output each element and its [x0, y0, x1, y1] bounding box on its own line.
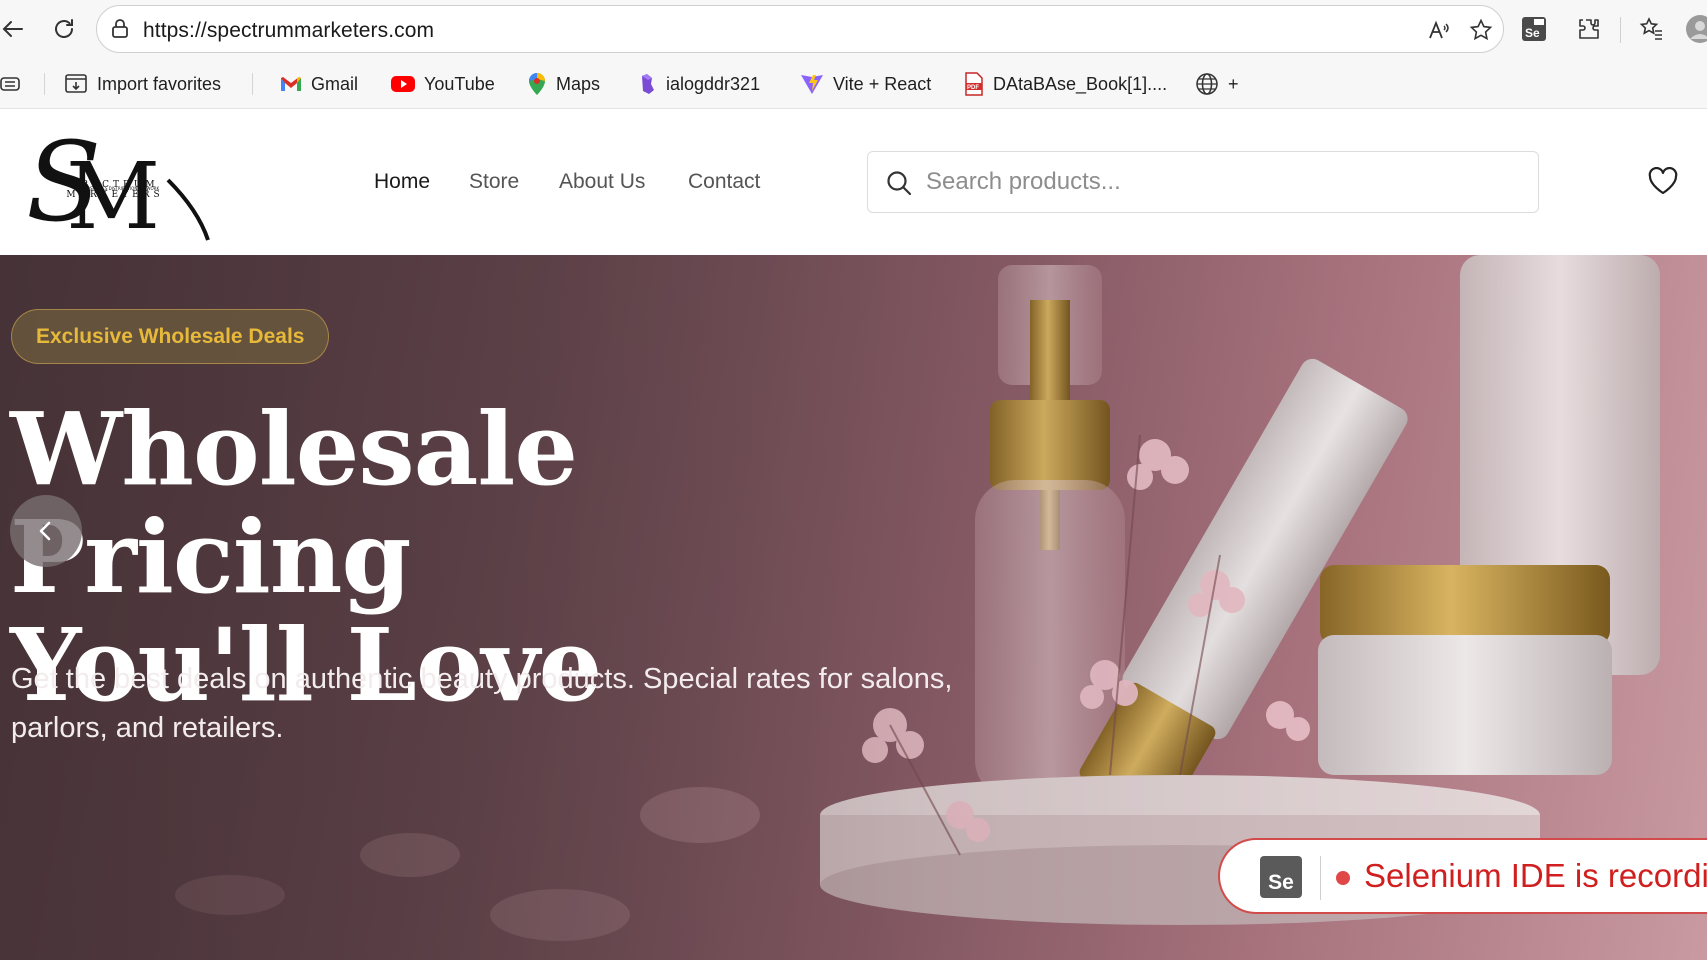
site-header: S M COSMETICS DISTRIBUTION NETWORK SPECT… — [0, 110, 1707, 255]
favorites-bar: Import favorites Gmail YouTube Maps ialo… — [0, 58, 1707, 109]
toolbar-divider — [1620, 17, 1621, 43]
site-logo[interactable]: S M COSMETICS DISTRIBUTION NETWORK SPECT… — [18, 118, 213, 250]
favorite-label: YouTube — [424, 73, 495, 94]
search-input[interactable] — [926, 166, 1516, 198]
extensions-icon[interactable] — [1572, 12, 1606, 46]
import-favorites-icon — [65, 74, 87, 93]
reload-icon — [55, 19, 73, 38]
favorite-star-icon[interactable] — [1469, 18, 1493, 42]
selenium-logo-icon: Se — [1260, 856, 1302, 898]
hero-title-line-1: Wholesale Pricing — [10, 390, 578, 616]
maps-icon — [529, 73, 545, 95]
chevron-left-icon — [39, 521, 51, 541]
browser-toolbar: https://spectrummarketers.com Se — [0, 0, 1707, 58]
hero-subtitle: Get the best deals on authentic beauty p… — [11, 663, 953, 744]
url-text[interactable]: https://spectrummarketers.com — [143, 19, 434, 43]
favorite-label: Vite + React — [833, 73, 932, 94]
product-search — [867, 151, 1539, 213]
lock-icon — [109, 18, 131, 45]
favorites-divider — [44, 73, 45, 95]
read-aloud-icon[interactable] — [1427, 18, 1451, 42]
reload-button[interactable] — [47, 12, 81, 46]
carousel-prev-button[interactable] — [10, 495, 82, 567]
profile-avatar[interactable] — [1685, 12, 1707, 46]
search-icon — [886, 170, 912, 201]
logo-tagline: SPECTRUM MARKETERS — [66, 180, 164, 200]
gmail-icon — [281, 77, 301, 91]
favorite-label: + — [1228, 73, 1239, 94]
selenium-extension-icon[interactable]: Se — [1517, 12, 1551, 46]
pdf-icon: PDF — [965, 72, 983, 96]
vite-icon — [801, 75, 823, 94]
favorites-divider — [252, 73, 253, 95]
nav-home[interactable]: Home — [374, 170, 430, 194]
nav-about-us[interactable]: About Us — [559, 170, 645, 194]
recording-dot-icon — [1336, 871, 1350, 885]
address-bar[interactable]: https://spectrummarketers.com — [96, 5, 1504, 53]
favorite-import[interactable]: Import favorites — [64, 69, 221, 99]
favorites-list-icon[interactable] — [1634, 12, 1668, 46]
recording-status-text: Selenium IDE is recordi — [1364, 857, 1707, 894]
collections-icon[interactable] — [0, 69, 22, 99]
favorite-add[interactable]: + — [1195, 69, 1239, 99]
favorite-label: DAtaBAse_Book[1].... — [993, 73, 1168, 94]
favorite-youtube[interactable]: YouTube — [391, 69, 495, 99]
favorite-gmail[interactable]: Gmail — [280, 69, 358, 99]
nav-store[interactable]: Store — [469, 170, 519, 194]
selenium-recording-toast: Se Selenium IDE is recordi — [1218, 838, 1707, 914]
svg-text:PDF: PDF — [967, 85, 979, 91]
nav-contact[interactable]: Contact — [688, 170, 760, 194]
favorite-maps[interactable]: Maps — [527, 69, 600, 99]
favorite-vite-react[interactable]: Vite + React — [800, 69, 931, 99]
hero-badge: Exclusive Wholesale Deals — [11, 309, 330, 364]
back-button[interactable] — [0, 12, 30, 46]
youtube-icon — [391, 76, 415, 92]
back-arrow-icon — [2, 21, 23, 37]
bookmark-icon — [642, 74, 654, 94]
globe-icon — [1196, 73, 1218, 95]
svg-text:Se: Se — [1525, 26, 1540, 40]
favorite-database-book[interactable]: PDF DAtaBAse_Book[1].... — [964, 69, 1167, 99]
favorite-label: Gmail — [311, 73, 359, 94]
favorite-ialogddr321[interactable]: ialogddr321 — [639, 69, 760, 99]
favorite-label: ialogddr321 — [666, 73, 761, 94]
toast-divider — [1320, 856, 1321, 900]
wishlist-heart-icon[interactable] — [1648, 166, 1678, 200]
favorite-label: Import favorites — [97, 73, 222, 94]
favorite-label: Maps — [556, 73, 601, 94]
